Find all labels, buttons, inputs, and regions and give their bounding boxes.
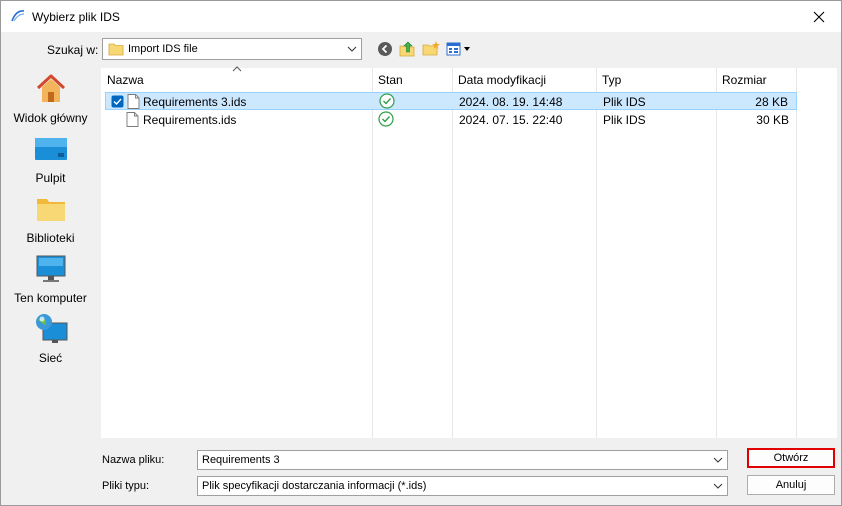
place-computer[interactable]: Ten komputer (2, 253, 99, 309)
place-desktop-label: Pulpit (35, 171, 66, 185)
close-icon (813, 11, 825, 22)
chevron-down-icon[interactable] (713, 481, 723, 491)
file-size: 28 KB (755, 95, 788, 109)
file-row[interactable]: Requirements 3.ids 2024. 08. 19. 14:48 P… (105, 92, 797, 110)
filename-input[interactable]: Requirements 3 (197, 450, 728, 470)
file-type: Plik IDS (603, 95, 646, 109)
filename-label: Nazwa pliku: (102, 454, 165, 466)
new-folder-icon (422, 41, 440, 56)
network-icon (36, 314, 68, 343)
open-button[interactable]: Otwórz (747, 448, 835, 468)
computer-icon (36, 255, 66, 282)
back-icon (378, 42, 392, 56)
place-home-label: Widok główny (13, 111, 88, 125)
document-icon (127, 94, 140, 109)
file-date: 2024. 08. 19. 14:48 (459, 95, 563, 109)
desktop-icon (35, 138, 67, 160)
column-header-type[interactable]: Typ (596, 68, 716, 91)
look-in-dropdown[interactable]: Import IDS file (102, 38, 362, 60)
sync-ok-icon (379, 93, 395, 109)
place-computer-label: Ten komputer (14, 291, 87, 305)
place-libraries[interactable]: Biblioteki (2, 193, 99, 249)
look-in-label: Szukaj w: (47, 43, 99, 57)
place-libraries-label: Biblioteki (26, 231, 75, 245)
place-network[interactable]: Sieć (2, 313, 99, 369)
libraries-icon (37, 199, 65, 221)
title-bar[interactable]: Wybierz plik IDS (1, 1, 841, 32)
cancel-button[interactable]: Anuluj (747, 475, 835, 495)
file-open-dialog: Wybierz plik IDS Szukaj w: Import IDS fi… (0, 0, 842, 506)
file-date: 2024. 07. 15. 22:40 (459, 113, 563, 127)
close-button[interactable] (797, 1, 841, 32)
file-name: Requirements 3.ids (143, 95, 247, 109)
view-menu-icon (446, 42, 470, 56)
folder-icon (108, 43, 124, 56)
file-name: Requirements.ids (143, 113, 237, 127)
places-bar: Widok główny Pulpit Biblioteki Ten kompu… (2, 67, 99, 439)
window-title: Wybierz plik IDS (32, 10, 120, 24)
file-type: Plik IDS (603, 113, 646, 127)
column-header-name[interactable]: Nazwa (101, 66, 372, 91)
filetype-value: Plik specyfikacji dostarczania informacj… (202, 480, 427, 492)
document-icon (126, 112, 139, 127)
up-folder-icon (399, 41, 415, 57)
filetype-dropdown[interactable]: Plik specyfikacji dostarczania informacj… (197, 476, 728, 496)
place-network-label: Sieć (38, 351, 63, 365)
file-row[interactable]: Requirements.ids 2024. 07. 15. 22:40 Pli… (101, 111, 797, 129)
back-button[interactable] (375, 40, 395, 58)
column-header-status[interactable]: Stan (372, 68, 452, 91)
chevron-down-icon[interactable] (347, 44, 357, 54)
filetype-label: Pliki typu: (102, 480, 150, 492)
up-folder-button[interactable] (398, 40, 418, 58)
file-size: 30 KB (756, 113, 789, 127)
look-in-value: Import IDS file (128, 43, 198, 55)
place-desktop[interactable]: Pulpit (2, 133, 99, 189)
place-home[interactable]: Widok główny (2, 73, 99, 129)
new-folder-button[interactable] (421, 40, 441, 58)
app-icon (11, 10, 25, 22)
file-list[interactable]: Nazwa Stan Data modyfikacji Typ Rozmiar (101, 66, 837, 438)
sync-ok-icon (378, 111, 394, 127)
checkbox-checked-icon[interactable] (111, 95, 124, 108)
chevron-down-icon[interactable] (713, 455, 723, 465)
column-header-date[interactable]: Data modyfikacji (452, 68, 596, 91)
view-menu-button[interactable] (445, 40, 473, 58)
sort-ascending-icon (232, 66, 242, 72)
column-header-size[interactable]: Rozmiar (716, 68, 796, 91)
filename-value: Requirements 3 (202, 454, 280, 466)
home-icon (36, 74, 66, 102)
